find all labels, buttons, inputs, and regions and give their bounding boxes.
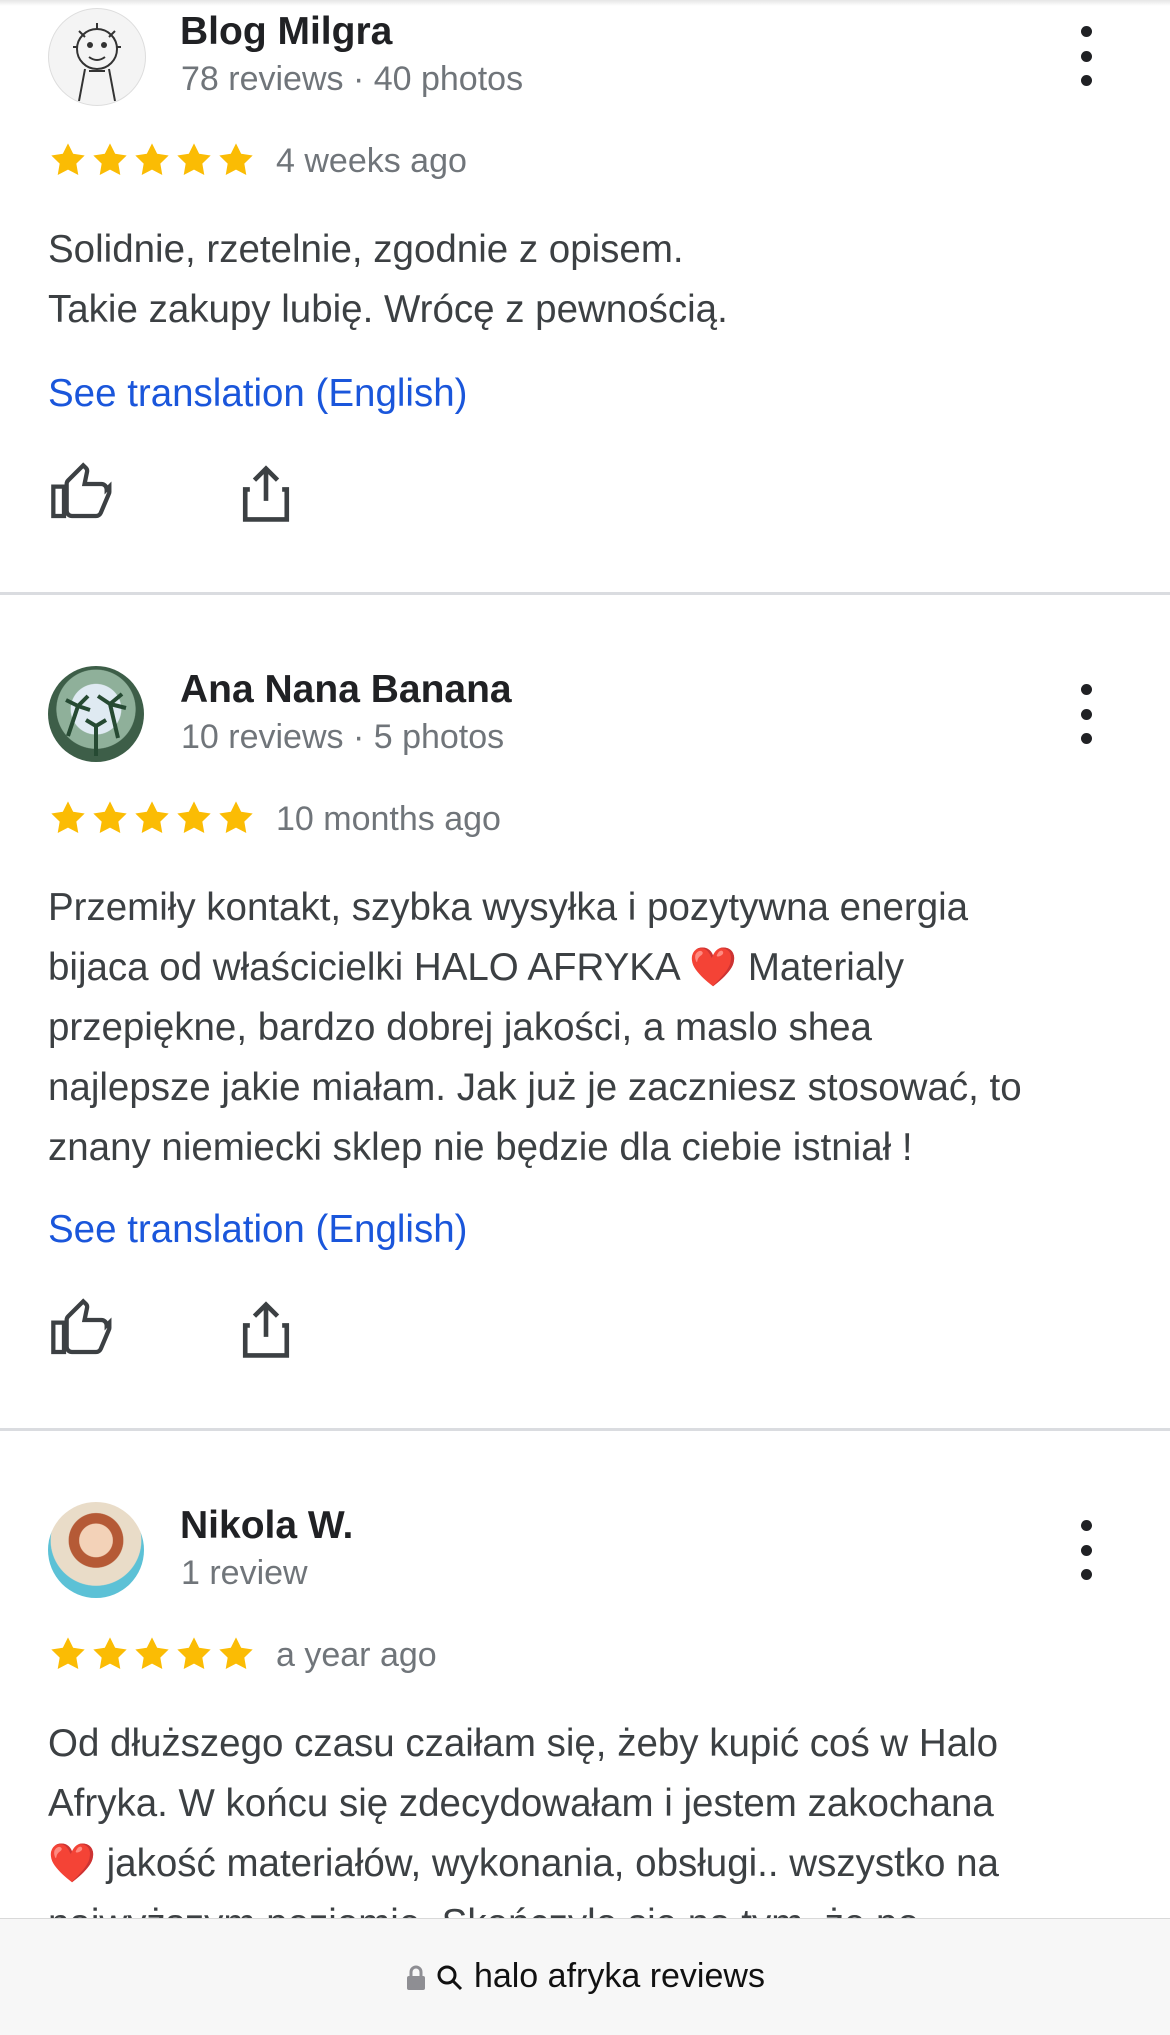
share-button[interactable]	[238, 464, 302, 528]
star-icon	[219, 143, 253, 176]
see-translation-link[interactable]: See translation (English)	[48, 1208, 467, 1252]
more-options-button[interactable]	[1070, 684, 1102, 744]
star-icon	[177, 143, 211, 176]
review-divider	[0, 592, 1170, 595]
address-field[interactable]: halo afryka reviews	[0, 1957, 1170, 1996]
see-translation-link[interactable]: See translation (English)	[48, 372, 467, 416]
star-rating	[48, 1634, 256, 1678]
search-icon	[437, 1965, 463, 1991]
address-text: halo afryka reviews	[473, 1957, 765, 1995]
review-text: Przemiły kontakt, szybka wysyłka i pozyt…	[48, 886, 1022, 1169]
review-divider	[0, 1428, 1170, 1431]
star-icon	[177, 1637, 211, 1670]
avatar[interactable]	[48, 666, 144, 762]
review-text: Solidnie, rzetelnie, zgodnie z opisem. T…	[48, 228, 728, 331]
avatar[interactable]	[48, 1502, 144, 1598]
thumbs-up-icon	[51, 1298, 112, 1355]
reviewer-meta: 10 reviews · 5 photos	[181, 718, 505, 756]
more-options-button[interactable]	[1070, 26, 1102, 86]
browser-address-bar[interactable]: halo afryka reviews	[0, 1918, 1170, 2035]
share-icon	[242, 465, 290, 522]
star-icon	[219, 801, 253, 834]
star-icon	[93, 1637, 127, 1670]
star-icon	[93, 143, 127, 176]
like-button[interactable]	[48, 1296, 112, 1360]
star-icon	[177, 801, 211, 834]
review-date: 10 months ago	[276, 800, 501, 838]
star-icon	[219, 1637, 253, 1670]
star-icon	[51, 1637, 85, 1670]
star-icon	[135, 1637, 169, 1670]
top-edge-shadow	[0, 0, 1170, 6]
share-icon	[242, 1301, 290, 1358]
thumbs-up-icon	[51, 462, 112, 519]
reviewer-meta: 78 reviews · 40 photos	[181, 60, 524, 98]
star-rating	[48, 140, 256, 184]
review-date: 4 weeks ago	[276, 142, 467, 180]
more-options-button[interactable]	[1070, 1520, 1102, 1580]
review-date: a year ago	[276, 1636, 437, 1674]
reviewer-meta: 1 review	[181, 1554, 308, 1592]
star-icon	[51, 801, 85, 834]
star-icon	[93, 801, 127, 834]
star-icon	[51, 143, 85, 176]
star-icon	[135, 801, 169, 834]
share-button[interactable]	[238, 1300, 302, 1364]
lock-icon	[407, 1965, 426, 1990]
reviewer-name[interactable]: Nikola W.	[180, 1504, 353, 1548]
like-button[interactable]	[48, 460, 112, 524]
star-icon	[135, 143, 169, 176]
star-rating	[48, 798, 256, 842]
avatar[interactable]	[48, 8, 146, 106]
reviewer-name[interactable]: Ana Nana Banana	[180, 668, 512, 712]
reviewer-name[interactable]: Blog Milgra	[180, 10, 392, 54]
